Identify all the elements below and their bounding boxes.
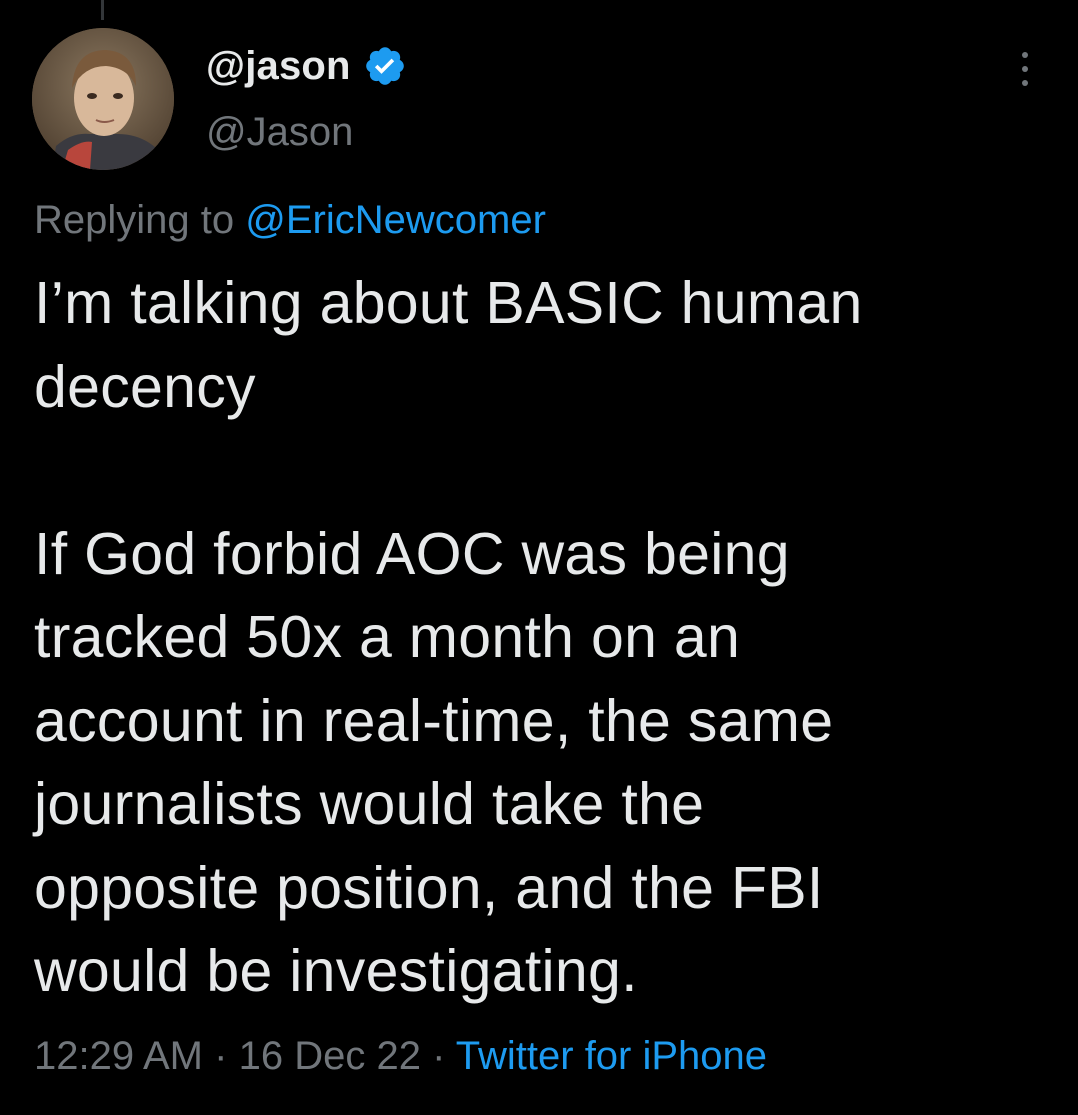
- author-name-row: @jason: [206, 40, 407, 92]
- verified-badge-icon: [365, 47, 404, 85]
- tweet-date[interactable]: 16 Dec 22: [239, 1034, 421, 1078]
- tweet-text: I’m talking about BASIC human decency If…: [34, 262, 1044, 1014]
- tweet-text-line: tracked 50x a month on an: [34, 604, 741, 670]
- tweet-text-line: journalists would take the: [34, 771, 705, 837]
- tweet-text-line: account in real-time, the same: [34, 687, 834, 754]
- replying-to-line: Replying to @EricNewcomer: [34, 198, 546, 243]
- tweet-text-line: I’m talking about BASIC human: [34, 270, 863, 336]
- replying-prefix: Replying to: [34, 198, 235, 242]
- tweet-text-line: If God forbid AOC was being: [34, 520, 790, 587]
- tweet-text-line: would be investigating.: [34, 938, 638, 1004]
- replying-to-mention-link[interactable]: @EricNewcomer: [245, 198, 546, 242]
- meta-separator: ·: [214, 1034, 228, 1078]
- more-dot: [1022, 80, 1028, 86]
- avatar-photo: [32, 28, 174, 170]
- paragraph-break: [34, 429, 1044, 513]
- tweet-metadata: 12:29 AM · 16 Dec 22 · Twitter for iPhon…: [34, 1034, 767, 1079]
- meta-separator: ·: [432, 1034, 446, 1078]
- tweet-text-line: decency: [34, 353, 256, 420]
- more-dot: [1022, 66, 1028, 72]
- more-options-icon[interactable]: [1008, 52, 1042, 86]
- avatar[interactable]: [32, 28, 174, 170]
- thread-connector-line: [101, 0, 104, 20]
- tweet-source-link[interactable]: Twitter for iPhone: [456, 1034, 767, 1078]
- author-handle[interactable]: @Jason: [206, 110, 353, 155]
- tweet-time[interactable]: 12:29 AM: [34, 1034, 203, 1078]
- more-dot: [1022, 52, 1028, 58]
- tweet-text-line: opposite position, and the FBI: [34, 854, 824, 921]
- author-display-name[interactable]: @jason: [206, 44, 351, 89]
